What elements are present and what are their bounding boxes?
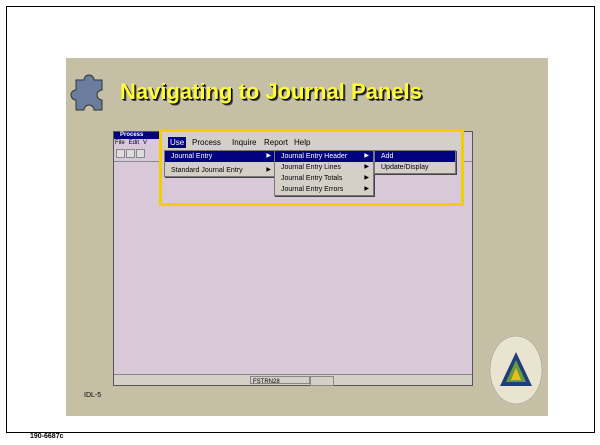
menu-report[interactable]: Report (264, 138, 288, 147)
app-title-bar[interactable]: Process (114, 132, 164, 139)
status-bar: FSTRN28 (114, 374, 472, 386)
submenu-arrow-icon: ▶ (364, 175, 369, 181)
menu-help[interactable]: Help (294, 138, 310, 147)
menu-use[interactable]: Use (168, 137, 187, 148)
menu-item-journal-entry-totals[interactable]: Journal Entry Totals ▶ (275, 173, 373, 184)
submenu-arrow-icon: ▶ (364, 164, 369, 170)
menu-item-journal-entry-header[interactable]: Journal Entry Header ▶ (275, 151, 373, 162)
status-panel-empty (310, 376, 334, 386)
toolbar-button[interactable] (136, 149, 145, 158)
journal-entry-submenu: Journal Entry Header ▶ Journal Entry Line… (274, 150, 374, 196)
menu-item-journal-entry-lines[interactable]: Journal Entry Lines ▶ (275, 162, 373, 173)
document-number: 190-6687c (30, 433, 64, 440)
slide-code: IDL-5 (84, 392, 102, 399)
submenu-arrow-icon: ▶ (364, 186, 369, 192)
puzzle-piece-icon (70, 74, 103, 111)
menu-item-journal-entry-errors[interactable]: Journal Entry Errors ▶ (275, 184, 373, 195)
use-menu: Journal Entry ▶ Standard Journal Entry ▶ (164, 150, 276, 177)
menu-item-journal-entry[interactable]: Journal Entry ▶ (165, 151, 275, 162)
journal-header-submenu: Add Update/Display (374, 150, 456, 174)
toolbar-button[interactable] (116, 149, 125, 158)
submenu-arrow-icon: ▶ (266, 153, 271, 159)
app-menu-file[interactable]: File (115, 140, 125, 146)
menu-item-standard-journal-entry[interactable]: Standard Journal Entry ▶ (165, 165, 275, 176)
submenu-arrow-icon: ▶ (266, 167, 271, 173)
main-menubar: Use Process Inquire Report Help (164, 136, 460, 149)
slide-title: Navigating to Journal Panels (120, 79, 422, 104)
enterprise-logo (489, 335, 543, 405)
menu-process[interactable]: Process (192, 138, 221, 147)
menu-item-add[interactable]: Add (375, 151, 455, 162)
app-menubar: File Edit V (114, 139, 165, 147)
menu-item-update-display[interactable]: Update/Display (375, 162, 455, 173)
toolbar-button[interactable] (126, 149, 135, 158)
status-panel: FSTRN28 (250, 376, 310, 385)
submenu-arrow-icon: ▶ (364, 153, 369, 159)
app-menu-view[interactable]: V (143, 140, 147, 146)
menu-inquire[interactable]: Inquire (232, 138, 256, 147)
app-menu-edit[interactable]: Edit (129, 140, 139, 146)
